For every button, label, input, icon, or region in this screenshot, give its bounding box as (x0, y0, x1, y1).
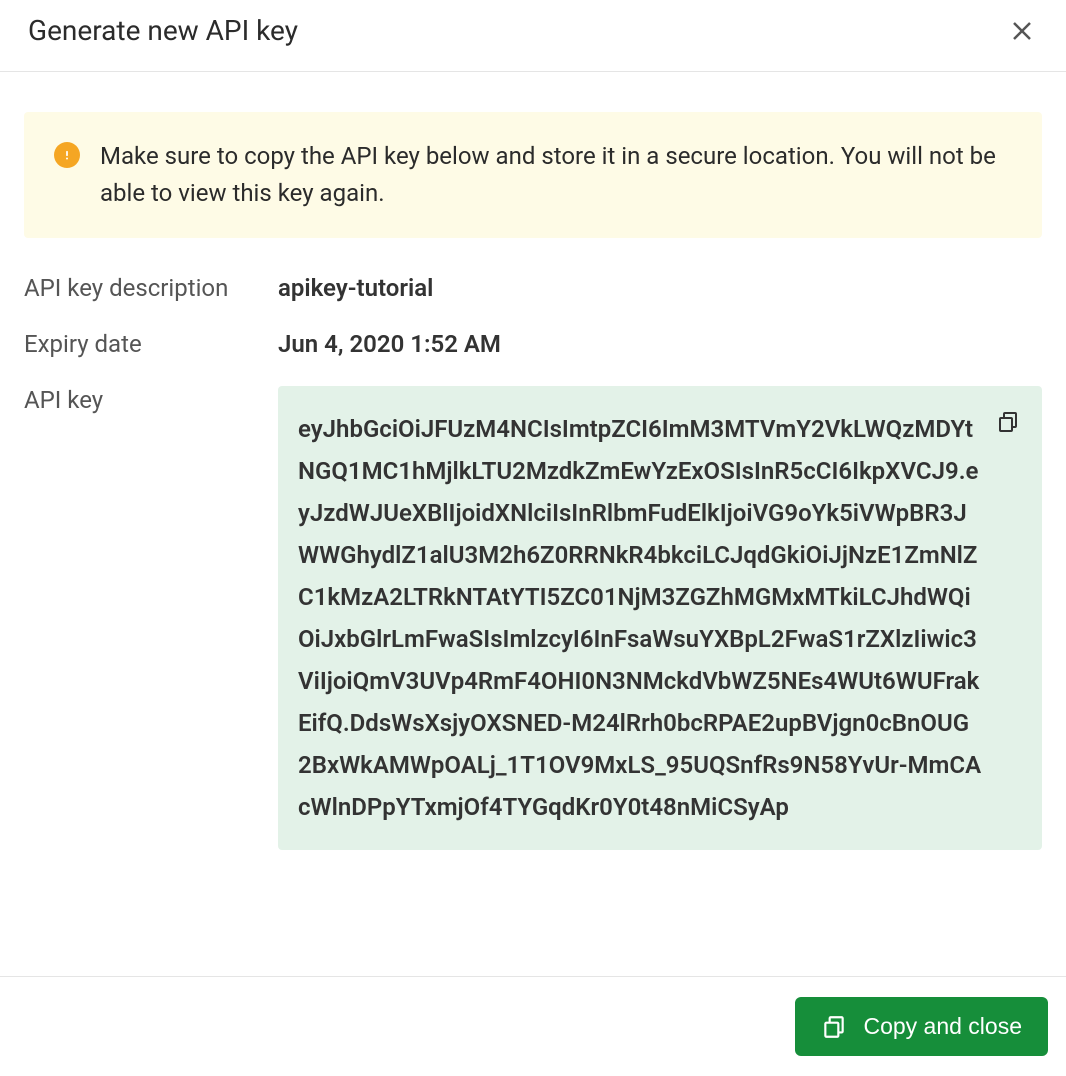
expiry-label: Expiry date (24, 330, 278, 358)
copy-apikey-button[interactable] (994, 408, 1022, 439)
dialog-title: Generate new API key (28, 14, 298, 47)
warning-text: Make sure to copy the API key below and … (100, 138, 1012, 212)
field-expiry: Expiry date Jun 4, 2020 1:52 AM (24, 330, 1042, 358)
field-description: API key description apikey-tutorial (24, 274, 1042, 302)
copy-and-close-label: Copy and close (863, 1013, 1022, 1040)
apikey-value: eyJhbGciOiJFUzM4NCIsImtpZCI6ImM3MTVmY2Vk… (298, 408, 982, 828)
close-button[interactable] (1006, 15, 1038, 47)
warning-icon (54, 142, 80, 168)
close-icon (1010, 19, 1034, 43)
warning-alert: Make sure to copy the API key below and … (24, 112, 1042, 238)
generate-api-key-dialog: Generate new API key Make sure to copy t… (0, 0, 1066, 1076)
copy-and-close-button[interactable]: Copy and close (795, 997, 1048, 1056)
field-apikey: API key eyJhbGciOiJFUzM4NCIsImtpZCI6ImM3… (24, 386, 1042, 850)
copy-icon (821, 1014, 847, 1040)
copy-icon (996, 410, 1020, 434)
description-label: API key description (24, 274, 278, 302)
dialog-footer: Copy and close (0, 976, 1066, 1076)
expiry-value: Jun 4, 2020 1:52 AM (278, 330, 501, 358)
dialog-header: Generate new API key (0, 0, 1066, 72)
apikey-label: API key (24, 386, 278, 414)
apikey-box: eyJhbGciOiJFUzM4NCIsImtpZCI6ImM3MTVmY2Vk… (278, 386, 1042, 850)
description-value: apikey-tutorial (278, 274, 433, 302)
dialog-body: Make sure to copy the API key below and … (0, 72, 1066, 976)
